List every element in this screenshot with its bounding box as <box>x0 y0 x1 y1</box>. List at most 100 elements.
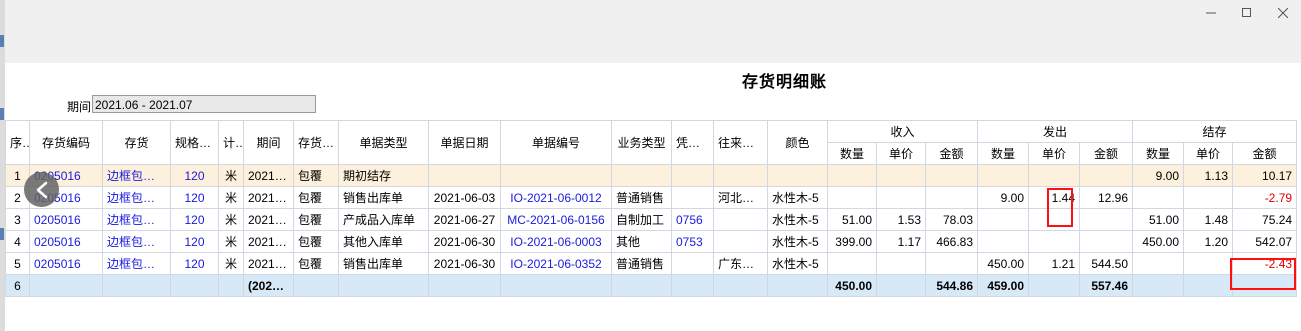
previous-button[interactable] <box>24 172 59 207</box>
cell-out-qty <box>977 208 1030 231</box>
cell-bal-amount: 542.07 <box>1232 230 1298 253</box>
col-header-doc-type[interactable]: 单据类型 <box>338 120 429 165</box>
cell-empty <box>1132 274 1185 297</box>
cell-spec: 120 <box>170 186 219 209</box>
cell-total-out-amount: 557.46 <box>1079 274 1134 297</box>
cell-code-link[interactable]: 0205016 <box>29 208 103 231</box>
cell-spec: 120 <box>170 164 219 187</box>
cell-total-in-amount: 544.86 <box>924 274 979 297</box>
col-header-out-qty[interactable]: 数量 <box>977 142 1030 165</box>
cell-empty <box>876 274 926 297</box>
period-field[interactable]: 2021.06 - 2021.07 <box>92 95 316 113</box>
cell-category: 包覆 <box>293 164 339 187</box>
cell-total-out-qty: 459.00 <box>977 274 1030 297</box>
cell-name-link[interactable]: 边框包覆… <box>102 230 171 253</box>
cell-doc-no-link[interactable] <box>500 164 612 187</box>
col-header-bal-amount[interactable]: 金额 <box>1232 142 1298 165</box>
cell-partner <box>713 164 768 187</box>
cell-out-amount <box>1079 230 1134 253</box>
cell-out-amount: 544.50 <box>1079 252 1134 275</box>
cell-code-link[interactable]: 0205016 <box>29 252 103 275</box>
cell-bal-price: 1.13 <box>1183 164 1234 187</box>
cell-out-qty: 9.00 <box>977 186 1030 209</box>
cell-name-link[interactable]: 边框包覆… <box>102 164 171 187</box>
cell-doc-no-link[interactable]: IO-2021-06-0003 <box>500 230 612 253</box>
table-row-opening-balance[interactable]: 1 0205016 边框包覆… 120 米 2021… 包覆 期初结存 9.00… <box>5 164 1298 187</box>
cell-seq: 3 <box>5 208 30 231</box>
cell-bal-price: 1.20 <box>1183 230 1234 253</box>
highlight-balance-amount <box>1230 258 1296 290</box>
table-row[interactable]: 2 0205016 边框包覆… 120 米 2021… 包覆 销售出库单 202… <box>5 186 1298 209</box>
cell-category: 包覆 <box>293 230 339 253</box>
cell-doc-type: 销售出库单 <box>338 186 429 209</box>
cell-bal-qty: 9.00 <box>1132 164 1185 187</box>
cell-name-link[interactable]: 边框包覆… <box>102 208 171 231</box>
cell-voucher-link[interactable]: 0753 <box>671 230 714 253</box>
cell-out-qty <box>977 164 1030 187</box>
window-controls <box>1193 0 1301 26</box>
cell-doc-no-link[interactable]: IO-2021-06-0012 <box>500 186 612 209</box>
cell-voucher-link[interactable] <box>671 186 714 209</box>
col-header-out-price[interactable]: 单价 <box>1028 142 1081 165</box>
cell-in-qty <box>827 186 877 209</box>
minimize-button[interactable] <box>1193 0 1229 26</box>
col-header-color[interactable]: 颜色 <box>767 120 828 165</box>
table-row-total[interactable]: 6 (202… 450.00 544.86 459.00 557.46 <box>5 274 1298 297</box>
cell-bal-amount: 75.24 <box>1232 208 1298 231</box>
col-header-voucher[interactable]: 凭证号 <box>671 120 714 165</box>
table-row[interactable]: 5 0205016 边框包覆… 120 米 2021… 包覆 销售出库单 202… <box>5 252 1298 275</box>
col-header-bal-qty[interactable]: 数量 <box>1132 142 1185 165</box>
col-header-code[interactable]: 存货编码 <box>29 120 103 165</box>
cell-period: 2021… <box>243 208 294 231</box>
cell-doc-date: 2021-06-03 <box>428 186 501 209</box>
col-header-in-amount[interactable]: 金额 <box>924 142 979 165</box>
col-header-name[interactable]: 存货 <box>102 120 171 165</box>
cell-code-link[interactable]: 0205016 <box>29 230 103 253</box>
col-header-in-price[interactable]: 单价 <box>876 142 926 165</box>
col-header-category[interactable]: 存货… <box>293 120 339 165</box>
cell-name-link[interactable]: 边框包覆… <box>102 186 171 209</box>
cell-color <box>767 164 828 187</box>
cell-empty <box>293 274 339 297</box>
table-row[interactable]: 3 0205016 边框包覆… 120 米 2021… 包覆 产成品入库单 20… <box>5 208 1298 231</box>
header-row-1: 序号 存货编码 存货 规格型号 计… 期间 存货… 单据类型 单据日期 单据编号… <box>5 120 1298 165</box>
cell-in-price <box>876 164 926 187</box>
col-header-out-amount[interactable]: 金额 <box>1079 142 1134 165</box>
cell-partner: 广东… <box>713 252 768 275</box>
cell-in-amount <box>924 252 979 275</box>
cell-name-link[interactable]: 边框包覆… <box>102 252 171 275</box>
cell-voucher-link[interactable] <box>671 252 714 275</box>
col-header-seq[interactable]: 序号 <box>5 120 30 165</box>
cell-in-price <box>876 186 926 209</box>
cell-voucher-link[interactable]: 0756 <box>671 208 714 231</box>
cell-biz-type <box>611 164 672 187</box>
col-header-bal-price[interactable]: 单价 <box>1183 142 1234 165</box>
col-header-unit[interactable]: 计… <box>218 120 244 165</box>
cell-empty <box>767 274 828 297</box>
close-button[interactable] <box>1265 0 1301 26</box>
maximize-button[interactable] <box>1229 0 1265 26</box>
cell-doc-no-link[interactable]: MC-2021-06-0156 <box>500 208 612 231</box>
cell-in-qty <box>827 164 877 187</box>
table-row[interactable]: 4 0205016 边框包覆… 120 米 2021… 包覆 其他入库单 202… <box>5 230 1298 253</box>
col-header-in-qty[interactable]: 数量 <box>827 142 877 165</box>
col-header-partner[interactable]: 往来单位 <box>713 120 768 165</box>
cell-bal-qty <box>1132 252 1185 275</box>
cell-voucher-link[interactable] <box>671 164 714 187</box>
cell-bal-amount: 10.17 <box>1232 164 1298 187</box>
cell-unit: 米 <box>218 230 244 253</box>
cell-spec: 120 <box>170 208 219 231</box>
cell-bal-price: 1.48 <box>1183 208 1234 231</box>
cell-in-price: 1.17 <box>876 230 926 253</box>
close-icon <box>1278 8 1288 18</box>
col-header-doc-date[interactable]: 单据日期 <box>428 120 501 165</box>
cell-doc-date: 2021-06-30 <box>428 230 501 253</box>
col-header-biz-type[interactable]: 业务类型 <box>611 120 672 165</box>
col-header-period[interactable]: 期间 <box>243 120 294 165</box>
cell-doc-type: 销售出库单 <box>338 252 429 275</box>
cell-bal-price <box>1183 252 1234 275</box>
cell-doc-no-link[interactable]: IO-2021-06-0352 <box>500 252 612 275</box>
col-header-doc-no[interactable]: 单据编号 <box>500 120 612 165</box>
col-header-spec[interactable]: 规格型号 <box>170 120 219 165</box>
cell-unit: 米 <box>218 164 244 187</box>
